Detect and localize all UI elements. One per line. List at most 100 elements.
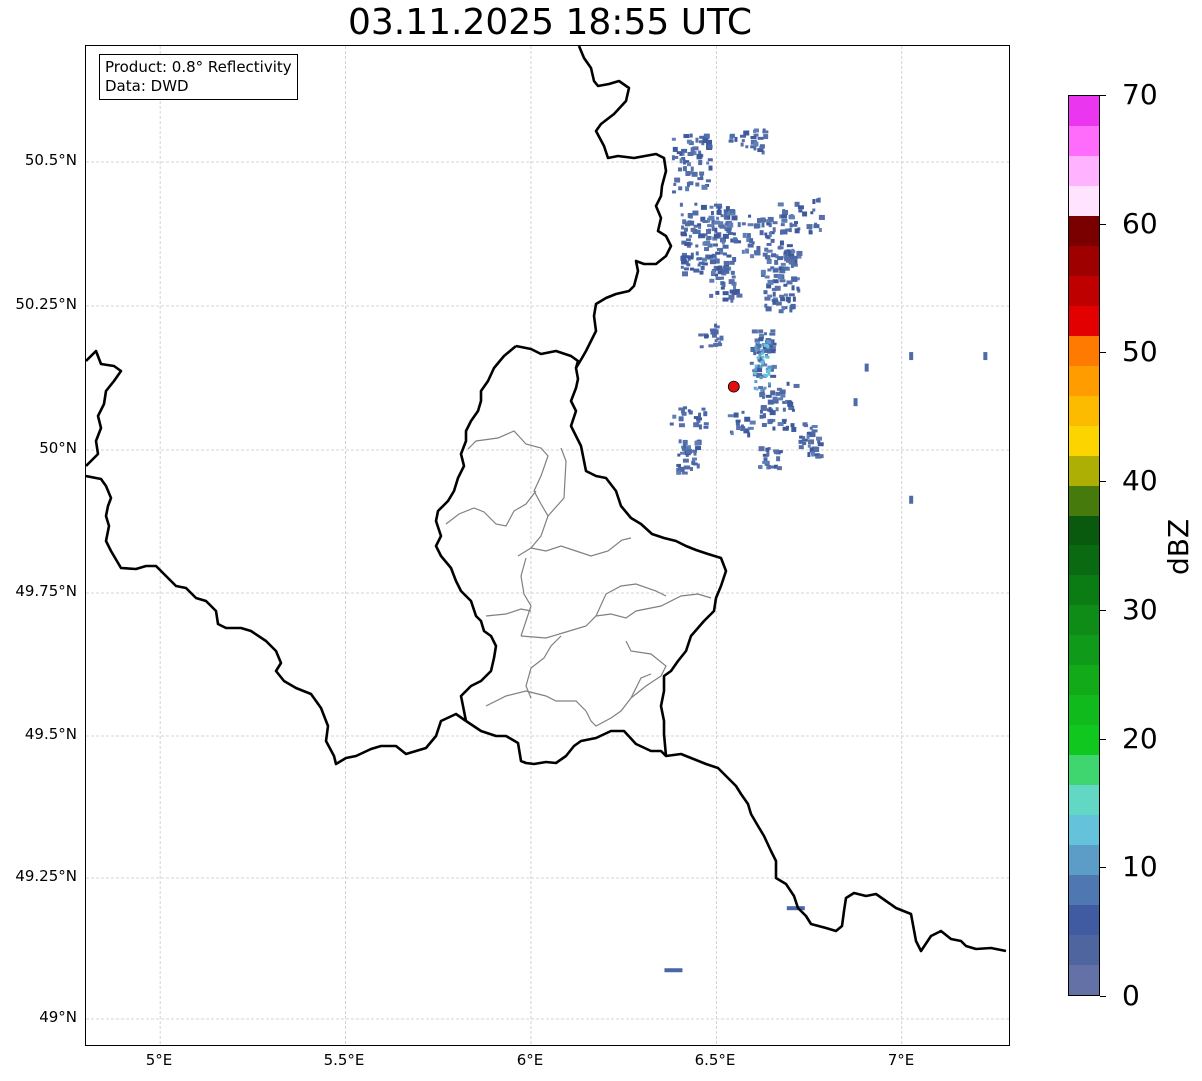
echo-pixel xyxy=(722,244,729,249)
country-borders xyxy=(86,46,1007,953)
echo-pixel xyxy=(792,249,796,253)
echo-pixel xyxy=(721,241,725,245)
echo-pixel xyxy=(703,411,708,417)
echo-pixel xyxy=(700,265,705,270)
echo-pixel xyxy=(782,230,788,235)
echo-pixel xyxy=(764,275,770,279)
echo-pixel xyxy=(677,463,681,468)
radar-site-dot[interactable] xyxy=(727,380,740,393)
echo-pixel xyxy=(689,267,694,271)
echo-pixel xyxy=(761,423,767,428)
echo-pixel xyxy=(774,285,781,291)
echo-pixel xyxy=(772,426,776,431)
echo-pixel xyxy=(736,293,743,298)
echo-pixel xyxy=(711,269,716,275)
echo-pixel xyxy=(791,263,798,267)
echo-pixel xyxy=(732,257,737,263)
echo-pixel xyxy=(773,450,777,455)
radar-site-marker[interactable] xyxy=(727,380,740,393)
echo-pixel xyxy=(681,471,688,475)
echo-pixel xyxy=(763,386,767,390)
echo-pixel xyxy=(730,431,734,436)
echo-pixel xyxy=(780,262,786,266)
echo-pixel xyxy=(702,138,709,144)
lat-tick-label: 50.5°N xyxy=(24,151,77,169)
echo-pixel xyxy=(679,202,683,207)
echo-pixel xyxy=(690,467,694,472)
echo-pixel xyxy=(776,387,782,391)
echo-pixel xyxy=(704,240,711,246)
echo-pixel xyxy=(763,343,767,347)
echo-pixel xyxy=(733,412,739,418)
echo-pixel xyxy=(709,259,716,265)
echo-pixel xyxy=(686,162,691,167)
echo-pixel xyxy=(678,416,684,422)
echo-pixel xyxy=(692,462,698,466)
echo-pixel xyxy=(754,345,758,349)
echo-pixel xyxy=(779,240,784,246)
lon-tick-label: 6.5°E xyxy=(694,1051,736,1069)
echo-pixel xyxy=(818,228,822,233)
map-canvas xyxy=(86,46,1009,1045)
colorbar-segment xyxy=(1069,95,1099,126)
echo-pixel xyxy=(698,412,702,418)
radar-map[interactable]: Product: 0.8° Reflectivity Data: DWD xyxy=(85,45,1010,1046)
echo-pixel xyxy=(706,161,710,165)
echo-pixel xyxy=(779,279,786,283)
echo-pixel xyxy=(713,203,717,207)
border-germany-belgium-luxembourg xyxy=(569,46,728,757)
echo-pixel xyxy=(701,407,706,411)
echo-pixel xyxy=(754,250,761,256)
echo-pixel xyxy=(802,442,807,446)
echo-pixel xyxy=(729,209,736,214)
echo-pixel xyxy=(769,410,776,416)
canton-borders xyxy=(445,430,712,727)
echo-pixel xyxy=(681,271,688,277)
echo-pixel xyxy=(680,213,684,217)
echo-pixel xyxy=(692,457,698,461)
echo-pixel xyxy=(759,146,765,150)
lat-tick-label: 49.75°N xyxy=(15,582,77,600)
echo-pixel xyxy=(706,235,712,240)
echo-pixel xyxy=(741,139,745,143)
echo-pixel xyxy=(704,247,710,252)
echo-pixel xyxy=(687,151,694,156)
canton-border-11 xyxy=(585,673,652,727)
echo-pixel xyxy=(796,250,803,256)
echo-pixel xyxy=(698,333,704,337)
echo-pixel xyxy=(699,345,704,349)
echo-pixel xyxy=(816,436,823,441)
echo-pixel xyxy=(765,447,770,452)
echo-pixel xyxy=(788,293,795,297)
echo-pixel xyxy=(709,205,714,209)
echo-pixel xyxy=(807,452,811,458)
echo-pixel xyxy=(701,257,707,262)
echo-pixel xyxy=(683,406,688,410)
echo-pixel xyxy=(760,409,764,414)
echo-pixel xyxy=(811,429,818,433)
echo-pixel xyxy=(685,238,691,242)
colorbar-segment xyxy=(1069,665,1099,696)
echo-pixel xyxy=(726,227,732,233)
echo-pixel xyxy=(767,419,773,425)
echo-pixel xyxy=(777,422,784,427)
echo-pixel xyxy=(798,209,803,213)
echo-pixel xyxy=(685,448,692,454)
colorbar-tick xyxy=(1100,95,1106,96)
echo-pixel xyxy=(785,296,791,302)
echo-pixel xyxy=(717,270,722,275)
echo-pixel xyxy=(699,135,706,139)
echo-pixel xyxy=(682,159,686,165)
echo-pixel xyxy=(686,263,691,267)
echo-pixel xyxy=(684,465,691,470)
echo-pixel xyxy=(701,184,708,190)
echo-pixel xyxy=(728,222,734,228)
echo-pixel xyxy=(809,426,813,430)
echo-pixel xyxy=(806,434,810,439)
echo-pixel xyxy=(983,352,988,361)
canton-border-6 xyxy=(485,608,532,617)
echo-pixel xyxy=(719,225,726,229)
echo-pixel xyxy=(689,220,695,226)
echo-pixel xyxy=(710,329,716,335)
echo-pixel xyxy=(778,309,784,314)
